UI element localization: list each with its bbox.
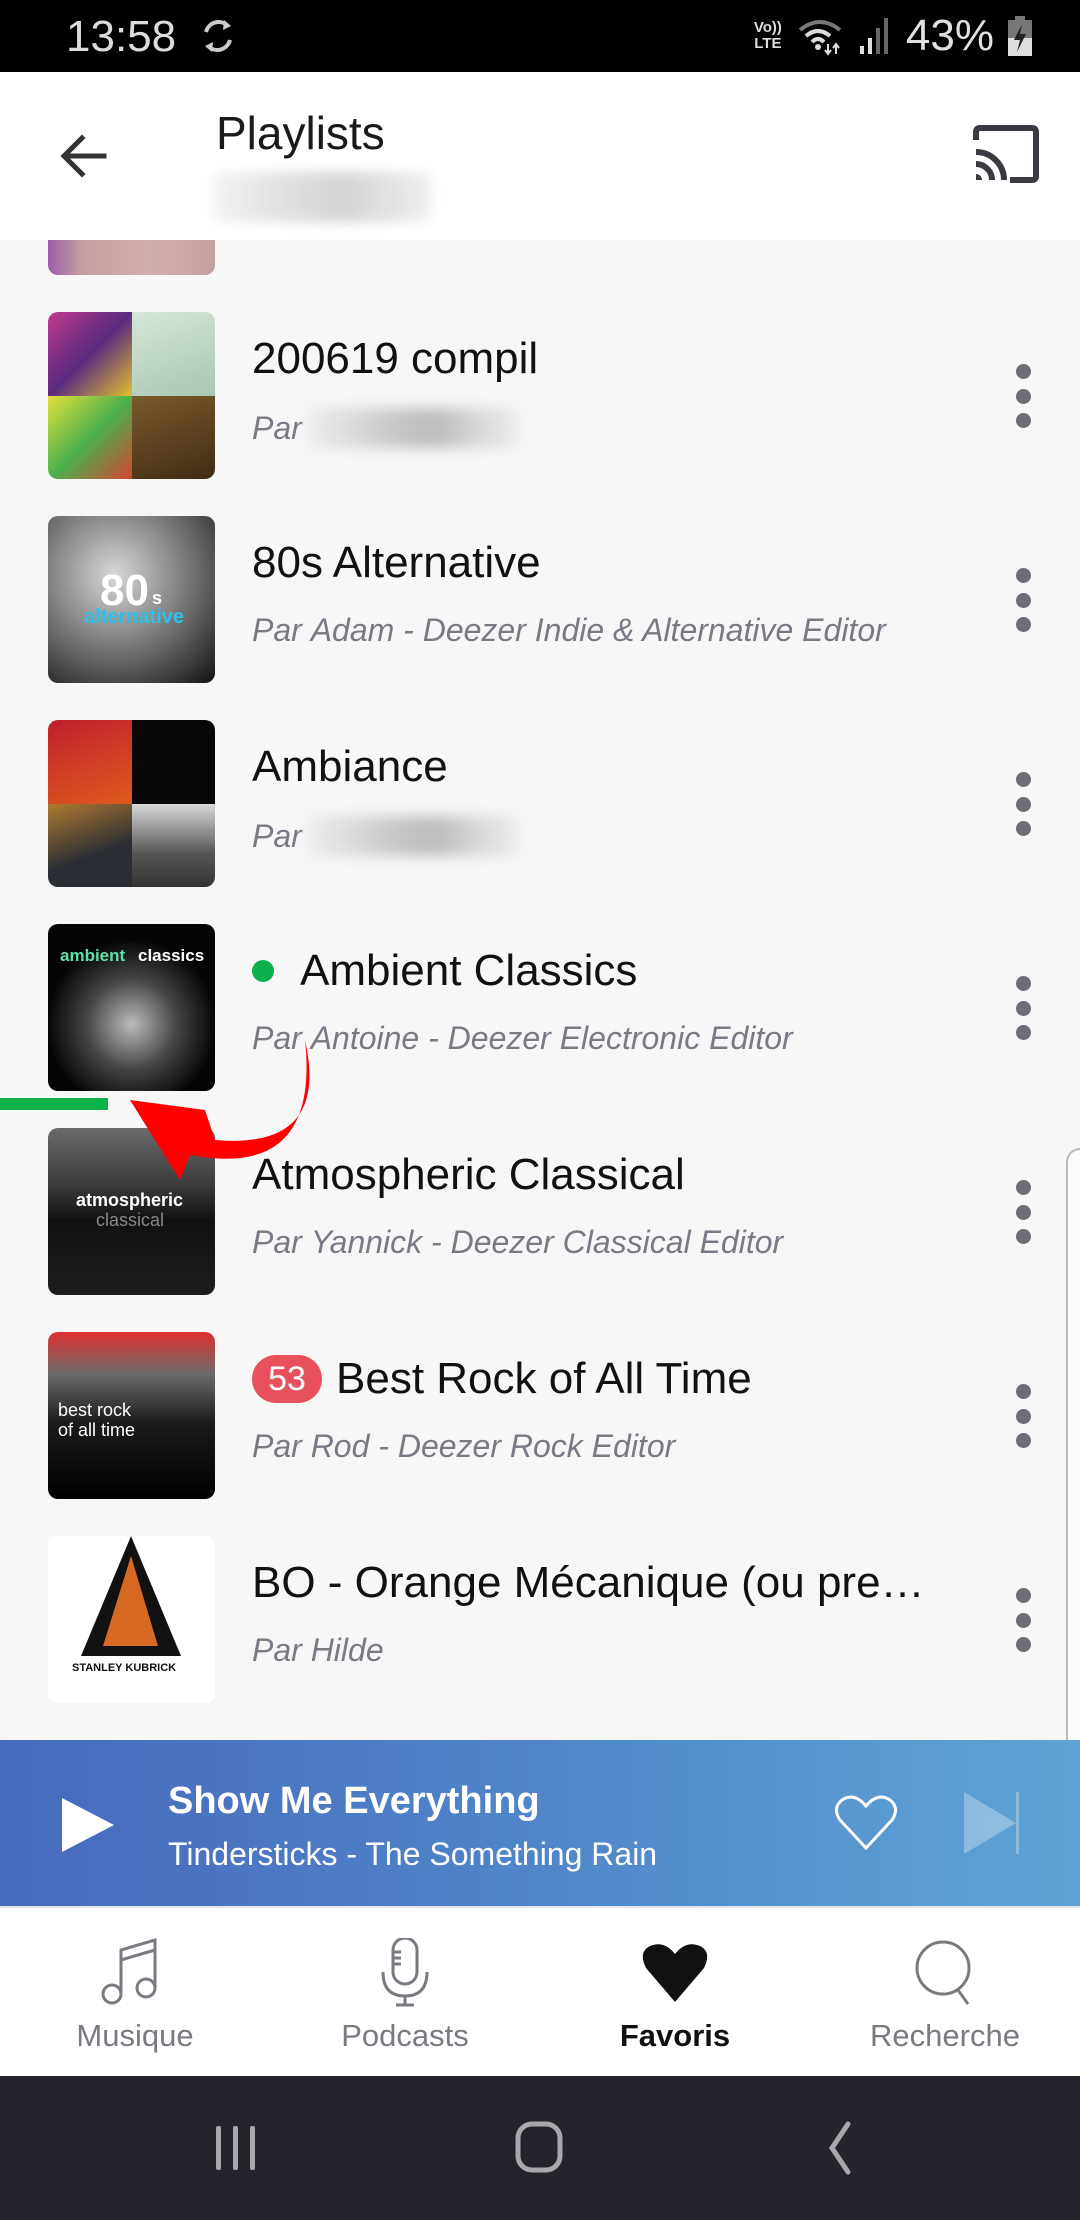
wifi-icon bbox=[798, 20, 842, 56]
more-options-icon[interactable] bbox=[1005, 1588, 1041, 1652]
heart-icon bbox=[642, 1944, 708, 2002]
playlist-title: BO - Orange Mécanique (ou pre… bbox=[252, 1558, 925, 1607]
playlist-cover bbox=[48, 312, 215, 479]
sync-icon bbox=[204, 20, 232, 52]
battery-percent: 43% bbox=[905, 11, 994, 60]
tab-recherche[interactable]: Recherche bbox=[810, 1908, 1080, 2078]
play-icon[interactable] bbox=[62, 1798, 114, 1852]
system-navigation-bar bbox=[0, 2076, 1080, 2220]
now-playing-indicator bbox=[252, 960, 274, 982]
bottom-navigation: Musique Podcasts Favoris Recherche bbox=[0, 1906, 1080, 2078]
playlist-row[interactable]: 200619 compil Par bbox=[0, 312, 1080, 516]
playlist-owner: Par bbox=[252, 408, 518, 448]
more-options-icon[interactable] bbox=[1005, 568, 1041, 632]
microphone-icon bbox=[381, 1938, 429, 2007]
more-options-icon[interactable] bbox=[1005, 1180, 1041, 1244]
owner-name-blurred bbox=[307, 408, 518, 448]
music-note-icon bbox=[101, 1938, 157, 2005]
app-header: Playlists bbox=[0, 72, 1080, 240]
playlist-cover: 80 s alternative bbox=[48, 516, 215, 683]
playlist-row[interactable]: best rock of all time 53 Best Rock of All… bbox=[0, 1332, 1080, 1536]
playlist-owner: Par Yannick - Deezer Classical Editor bbox=[252, 1224, 784, 1260]
new-tracks-badge: 53 bbox=[252, 1355, 322, 1403]
playlist-cover-partial[interactable] bbox=[48, 240, 215, 275]
curved-arrow-annotation bbox=[130, 1040, 310, 1180]
battery-charging-icon bbox=[1008, 16, 1032, 56]
playlist-row[interactable]: STANLEY KUBRICK BO - Orange Mécanique (o… bbox=[0, 1536, 1080, 1735]
status-icons: Vo)) LTE 43% bbox=[754, 10, 1032, 62]
playlist-list[interactable]: 200619 compil Par 80 s alternative 80s A… bbox=[0, 240, 1080, 1735]
skip-next-icon[interactable] bbox=[964, 1792, 1024, 1854]
fast-scroll-handle[interactable] bbox=[1066, 1148, 1080, 1792]
mini-player[interactable]: Show Me Everything Tindersticks - The So… bbox=[0, 1740, 1080, 1906]
tab-musique[interactable]: Musique bbox=[0, 1908, 270, 2078]
signal-icon bbox=[859, 18, 888, 54]
status-time: 13:58 bbox=[66, 12, 177, 61]
playlist-row[interactable]: 80 s alternative 80s Alternative Par Ada… bbox=[0, 516, 1080, 720]
playlist-owner: Par Adam - Deezer Indie & Alternative Ed… bbox=[252, 612, 886, 648]
drop-position-indicator bbox=[0, 1098, 108, 1110]
page-subtitle-blurred bbox=[212, 172, 432, 222]
heart-outline-icon[interactable] bbox=[834, 1794, 898, 1852]
volte-icon: Vo)) LTE bbox=[753, 19, 782, 52]
playlist-owner: Par Antoine - Deezer Electronic Editor bbox=[252, 1020, 793, 1056]
track-artist-album: Tindersticks - The Something Rain bbox=[168, 1836, 658, 1872]
playlist-cover bbox=[48, 720, 215, 887]
playlist-owner: Par Rod - Deezer Rock Editor bbox=[252, 1428, 676, 1464]
status-bar: 13:58 Vo)) LTE 43% bbox=[0, 0, 1080, 72]
search-icon bbox=[915, 1940, 971, 2005]
track-title: Show Me Everything bbox=[168, 1780, 540, 1822]
playlist-cover: best rock of all time bbox=[48, 1332, 215, 1499]
more-options-icon[interactable] bbox=[1005, 1384, 1041, 1448]
recent-apps-icon[interactable] bbox=[206, 2120, 266, 2176]
owner-name-blurred bbox=[307, 816, 518, 856]
cast-icon[interactable] bbox=[970, 122, 1042, 186]
more-options-icon[interactable] bbox=[1005, 364, 1041, 428]
playlist-row[interactable]: Ambiance Par bbox=[0, 720, 1080, 924]
tab-podcasts[interactable]: Podcasts bbox=[270, 1908, 540, 2078]
playlist-cover: STANLEY KUBRICK bbox=[48, 1536, 215, 1703]
playlist-title: Ambient Classics bbox=[252, 946, 637, 996]
playlist-title: Ambiance bbox=[252, 742, 448, 791]
back-nav-icon[interactable] bbox=[812, 2120, 872, 2176]
playlist-title: 53 Best Rock of All Time bbox=[252, 1354, 752, 1404]
back-arrow-icon[interactable] bbox=[52, 124, 116, 188]
more-options-icon[interactable] bbox=[1005, 976, 1041, 1040]
playlist-title: 200619 compil bbox=[252, 334, 539, 383]
playlist-owner: Par bbox=[252, 816, 518, 856]
page-title: Playlists bbox=[216, 107, 385, 159]
tab-favoris[interactable]: Favoris bbox=[540, 1908, 810, 2078]
home-icon[interactable] bbox=[510, 2120, 570, 2176]
more-options-icon[interactable] bbox=[1005, 772, 1041, 836]
playlist-owner: Par Hilde bbox=[252, 1632, 384, 1668]
playlist-title: 80s Alternative bbox=[252, 538, 541, 587]
